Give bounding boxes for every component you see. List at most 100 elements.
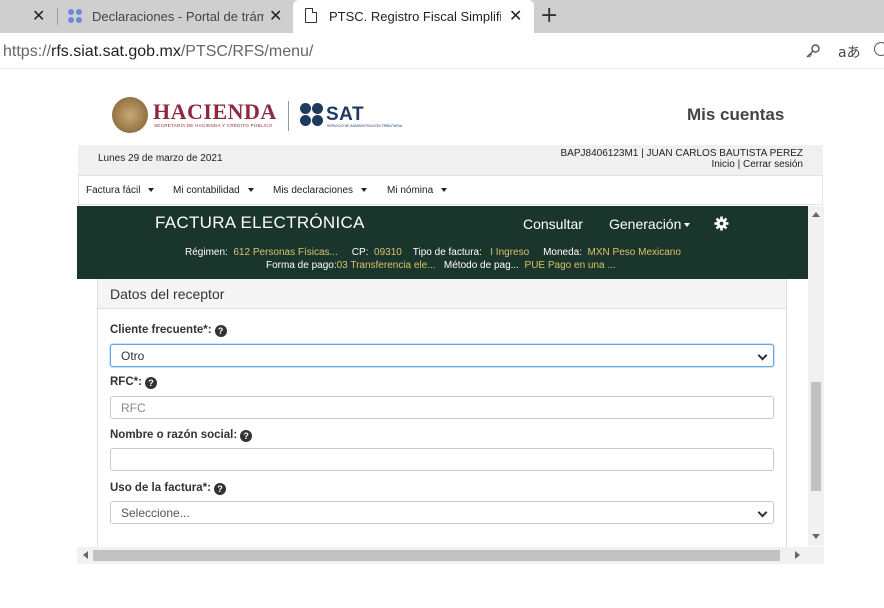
scroll-right-icon[interactable] — [795, 551, 800, 559]
menu-mi-nomina[interactable]: Mi nómina — [387, 185, 448, 196]
rfc-input[interactable]: RFC — [110, 396, 774, 419]
chevron-down-icon — [757, 507, 768, 518]
page-favicon-icon — [305, 8, 317, 23]
generacion-dropdown[interactable]: Generación — [609, 216, 691, 232]
forma-label: Forma de pago: — [266, 260, 337, 271]
section-title: Datos del receptor — [110, 286, 225, 302]
label-text: Uso de la factura*: — [110, 482, 211, 494]
cerrar-sesion-link[interactable]: Cerrar sesión — [743, 159, 803, 170]
close-tab-icon[interactable]: ✕ — [509, 8, 522, 24]
government-logo: HACIENDA SECRETARÍA DE HACIENDA Y CRÉDIT… — [112, 97, 412, 135]
scroll-down-icon[interactable] — [812, 534, 820, 539]
menu-mis-declaraciones[interactable]: Mis declaraciones — [273, 185, 368, 196]
regimen-label: Régimen: — [185, 247, 228, 258]
user-info-bar: Lunes 29 de marzo de 2021 BAPJ8406123M1 … — [78, 145, 823, 175]
select-value: Seleccione... — [121, 506, 190, 520]
menu-mi-contabilidad[interactable]: Mi contabilidad — [173, 185, 254, 196]
read-aloud-icon[interactable]: aあ — [838, 42, 861, 62]
help-icon[interactable]: ? — [214, 325, 227, 337]
tab-ptsc[interactable]: PTSC. Registro Fiscal Simplificado ✕ — [293, 0, 534, 33]
caret-down-icon — [361, 188, 368, 193]
horizontal-scrollbar[interactable] — [77, 547, 824, 564]
url-text[interactable]: https://rfs.siat.sat.gob.mx/PTSC/RFS/men… — [3, 43, 313, 61]
label-text: Cliente frecuente*: — [110, 324, 212, 336]
browser-tabstrip: ✕ Declaraciones - Portal de trámites ✕ P… — [0, 0, 884, 33]
link-separator: | — [737, 159, 741, 170]
caret-down-icon — [441, 188, 448, 193]
help-icon[interactable]: ? — [240, 430, 253, 442]
tab-title: Declaraciones - Portal de trámites — [92, 9, 264, 24]
inicio-link[interactable]: Inicio — [711, 159, 734, 170]
tipo-value: I Ingreso — [490, 247, 530, 258]
panel-header: Datos del receptor — [98, 279, 786, 309]
user-info: BAPJ8406123M1 | JUAN CARLOS BAUTISTA PER… — [561, 148, 804, 170]
rfc-label: RFC*:? — [110, 376, 157, 389]
metodo-value: PUE Pago en una ... — [524, 260, 616, 271]
favorites-icon[interactable] — [874, 42, 884, 56]
scroll-up-icon[interactable] — [812, 212, 820, 217]
scroll-left-icon[interactable] — [83, 551, 88, 559]
moneda-value: MXN Peso Mexicano — [587, 247, 681, 258]
current-date: Lunes 29 de marzo de 2021 — [98, 153, 223, 164]
help-icon[interactable]: ? — [213, 483, 226, 495]
menu-label: Mi nómina — [387, 185, 434, 196]
main-menu: Factura fácil Mi contabilidad Mis declar… — [78, 175, 823, 205]
tab-declaraciones[interactable]: Declaraciones - Portal de trámites ✕ — [58, 0, 292, 33]
user-rfc-name: BAPJ8406123M1 | JUAN CARLOS BAUTISTA PER… — [560, 148, 804, 159]
new-tab-icon[interactable]: + — [540, 5, 558, 27]
address-bar[interactable]: https://rfs.siat.sat.gob.mx/PTSC/RFS/men… — [0, 33, 884, 69]
factura-header: FACTURA ELECTRÓNICA Consultar Generación… — [77, 206, 824, 279]
sat-subtitle: SERVICIO DE ADMINISTRACIÓN TRIBUTARIA — [327, 124, 403, 128]
factura-frame: FACTURA ELECTRÓNICA Consultar Generación… — [77, 206, 824, 564]
url-host: rfs.siat.sat.gob.mx — [51, 43, 181, 60]
caret-down-icon — [247, 188, 254, 193]
gear-icon[interactable] — [714, 216, 729, 231]
logo-divider — [288, 101, 289, 131]
cp-label: CP: — [351, 247, 369, 258]
factura-summary-line1: Régimen: 612 Personas Físicas... CP: 093… — [185, 247, 681, 258]
consultar-link[interactable]: Consultar — [523, 216, 583, 232]
label-text: Nombre o razón social: — [110, 429, 238, 441]
nombre-label: Nombre o razón social:? — [110, 429, 253, 442]
factura-summary-line2: Forma de pago:03 Transferencia ele... Mé… — [266, 260, 616, 271]
user-links: Inicio | Cerrar sesión — [561, 159, 803, 170]
menu-label: Factura fácil — [86, 185, 141, 196]
label-text: RFC*: — [110, 376, 142, 388]
caret-down-icon — [148, 188, 155, 193]
moneda-label: Moneda: — [543, 247, 582, 258]
sat-logo-icon — [300, 103, 324, 127]
uso-factura-select[interactable]: Seleccione... — [110, 501, 774, 524]
uso-factura-label: Uso de la factura*:? — [110, 482, 226, 495]
regimen-value: 612 Personas Físicas... — [233, 247, 338, 258]
key-icon[interactable] — [805, 43, 821, 59]
input-placeholder: RFC — [121, 401, 146, 415]
tipo-label: Tipo de factura: — [412, 247, 482, 258]
cp-value: 09310 — [374, 247, 402, 258]
menu-label: Mi contabilidad — [173, 185, 240, 196]
url-path: /PTSC/RFS/menu/ — [180, 43, 314, 60]
nombre-input[interactable] — [110, 448, 774, 471]
receptor-panel: Datos del receptor Cliente frecuente*:? … — [97, 279, 787, 547]
national-seal-icon — [112, 97, 148, 133]
menu-label: Mis declaraciones — [273, 185, 354, 196]
close-previous-tab-icon[interactable]: ✕ — [32, 8, 48, 24]
tab-title: PTSC. Registro Fiscal Simplificado — [329, 9, 501, 24]
cliente-frecuente-select[interactable]: Otro — [110, 344, 774, 367]
select-value: Otro — [121, 349, 145, 363]
hacienda-wordmark: HACIENDA — [153, 99, 277, 124]
scroll-thumb[interactable] — [93, 550, 780, 561]
generacion-label: Generación — [609, 216, 682, 232]
close-tab-icon[interactable]: ✕ — [269, 8, 282, 24]
factura-title: FACTURA ELECTRÓNICA — [155, 213, 365, 232]
scroll-thumb[interactable] — [811, 382, 821, 491]
sat-wordmark: SAT — [326, 104, 365, 125]
vertical-scrollbar[interactable] — [808, 206, 824, 546]
chevron-down-icon — [757, 350, 768, 361]
metodo-label: Método de pag... — [443, 260, 519, 271]
caret-down-icon — [684, 223, 691, 228]
help-icon[interactable]: ? — [144, 377, 157, 389]
hacienda-subtitle: SECRETARÍA DE HACIENDA Y CRÉDITO PÚBLICO — [154, 123, 273, 128]
cliente-frecuente-label: Cliente frecuente*:? — [110, 324, 227, 337]
menu-factura-facil[interactable]: Factura fácil — [86, 185, 155, 196]
portal-favicon-icon — [68, 9, 83, 24]
